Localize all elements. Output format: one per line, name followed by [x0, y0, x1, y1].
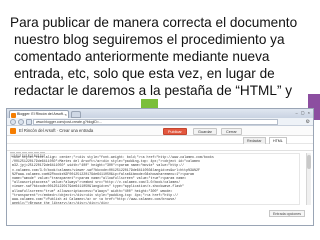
address-bar-row: www.blogger.com/post-create.g?blogID=...…: [7, 118, 313, 126]
settings-icon[interactable]: ⚙: [306, 119, 310, 125]
html-code-editor[interactable]: <div style="text-align: center;"><div st…: [10, 153, 300, 205]
new-tab-button[interactable]: [71, 111, 81, 118]
tab-compose[interactable]: Redactar: [243, 137, 266, 144]
reload-icon[interactable]: [26, 119, 32, 125]
url-field[interactable]: www.blogger.com/post-create.g?blogID=...: [33, 119, 278, 125]
save-button[interactable]: Guardar: [193, 127, 217, 135]
scrollbar-thumb[interactable]: [307, 155, 311, 169]
browser-tab[interactable]: Blogger: El Rincón del Arsoft... ×: [9, 110, 69, 118]
blogger-screenshot: Blogger: El Rincón del Arsoft... × – ▢ ×…: [6, 108, 314, 226]
blog-title: El Rincón del Arsoft · Crear una entrada: [19, 128, 94, 133]
blogger-header: El Rincón del Arsoft · Crear una entrada…: [7, 126, 313, 136]
window-controls[interactable]: – ▢ ×: [295, 110, 311, 115]
publish-button[interactable]: Publicar: [163, 127, 187, 135]
editor-mode-tabs: Redactar HTML: [7, 136, 313, 144]
editor-toolbar: [7, 144, 313, 157]
blogger-favicon-icon: [11, 112, 16, 118]
forward-icon[interactable]: [18, 119, 24, 125]
browser-tab-bar: Blogger: El Rincón del Arsoft... × – ▢ ×: [7, 109, 313, 118]
slide-paragraph: Para publicar de manera correcta el docu…: [10, 15, 298, 98]
close-button[interactable]: Cerrar: [221, 127, 242, 135]
post-options-button[interactable]: Entrada opciones: [269, 210, 305, 217]
editor-scrollbar[interactable]: [306, 153, 311, 205]
back-icon[interactable]: [10, 119, 16, 125]
blogger-logo-icon: [10, 128, 16, 134]
code-line: weekly/">Browse the library</a></div></d…: [12, 201, 109, 205]
tab-html[interactable]: HTML: [269, 137, 287, 144]
browser-tab-title: Blogger: El Rincón del Arsoft...: [17, 112, 66, 116]
close-tab-icon[interactable]: ×: [65, 111, 67, 118]
